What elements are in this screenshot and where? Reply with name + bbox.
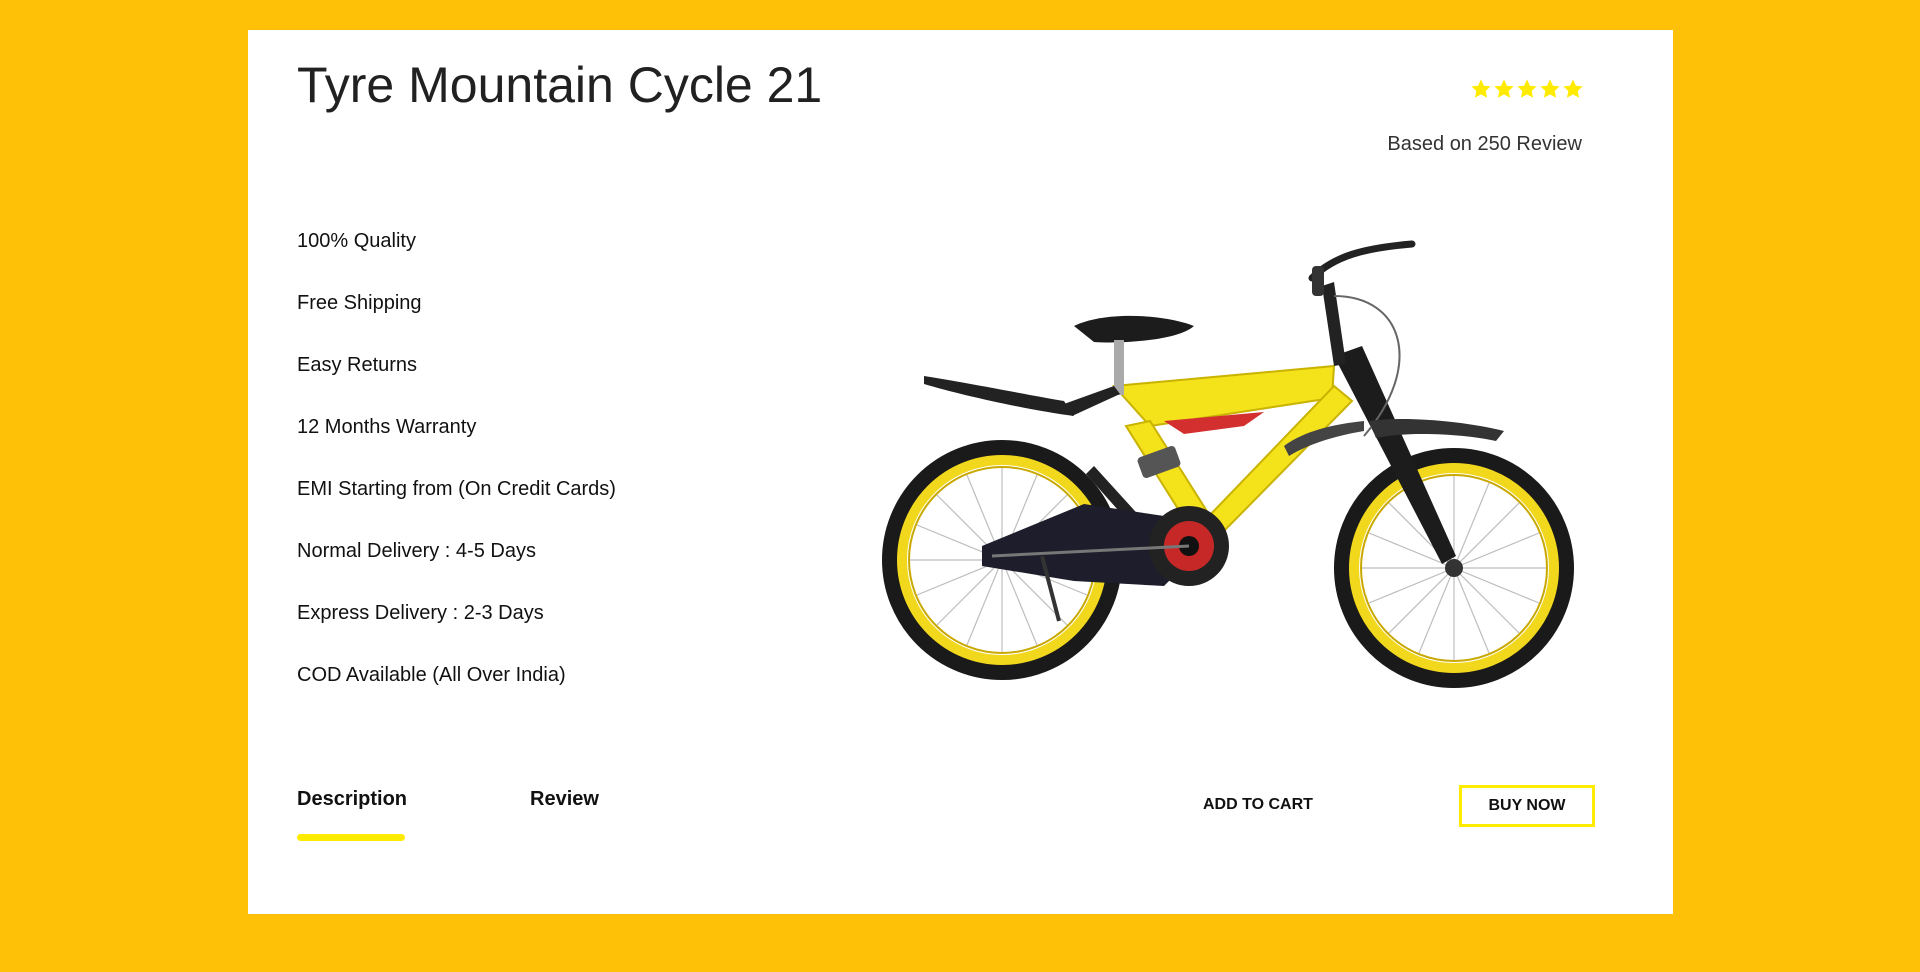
star-icon	[1539, 78, 1561, 100]
frame	[1086, 364, 1354, 533]
rating-stars	[1470, 78, 1584, 100]
feature-item: Easy Returns	[297, 354, 418, 376]
feature-item: COD Available (All Over India)	[297, 664, 566, 686]
buy-now-button[interactable]: BUY NOW	[1459, 785, 1595, 827]
star-icon	[1516, 78, 1538, 100]
star-icon	[1562, 78, 1584, 100]
feature-item: Normal Delivery : 4-5 Days	[297, 540, 536, 562]
feature-item: 100% Quality	[297, 230, 416, 252]
front-wheel	[1334, 448, 1574, 688]
product-image	[864, 216, 1604, 716]
product-card: Tyre Mountain Cycle 21 Based on 250 Revi…	[248, 30, 1673, 914]
add-to-cart-button[interactable]: ADD TO CART	[1203, 796, 1313, 814]
bicycle-image	[882, 240, 1574, 688]
tab-bar: Description Review	[297, 788, 717, 848]
tab-review[interactable]: Review	[530, 788, 599, 811]
rear-fender	[924, 376, 1120, 416]
review-count: Based on 250 Review	[1387, 133, 1582, 155]
feature-list: 100% Quality Free Shipping Easy Returns …	[297, 229, 616, 725]
star-icon	[1470, 78, 1492, 100]
feature-item: Free Shipping	[297, 292, 422, 314]
star-icon	[1493, 78, 1515, 100]
product-title: Tyre Mountain Cycle 21	[297, 57, 823, 113]
feature-item: 12 Months Warranty	[297, 416, 477, 438]
feature-item: EMI Starting from (On Credit Cards)	[297, 478, 616, 500]
tab-description[interactable]: Description	[297, 788, 407, 811]
active-tab-indicator	[297, 834, 405, 841]
chain-guard	[982, 504, 1229, 586]
feature-item: Express Delivery : 2-3 Days	[297, 602, 544, 624]
